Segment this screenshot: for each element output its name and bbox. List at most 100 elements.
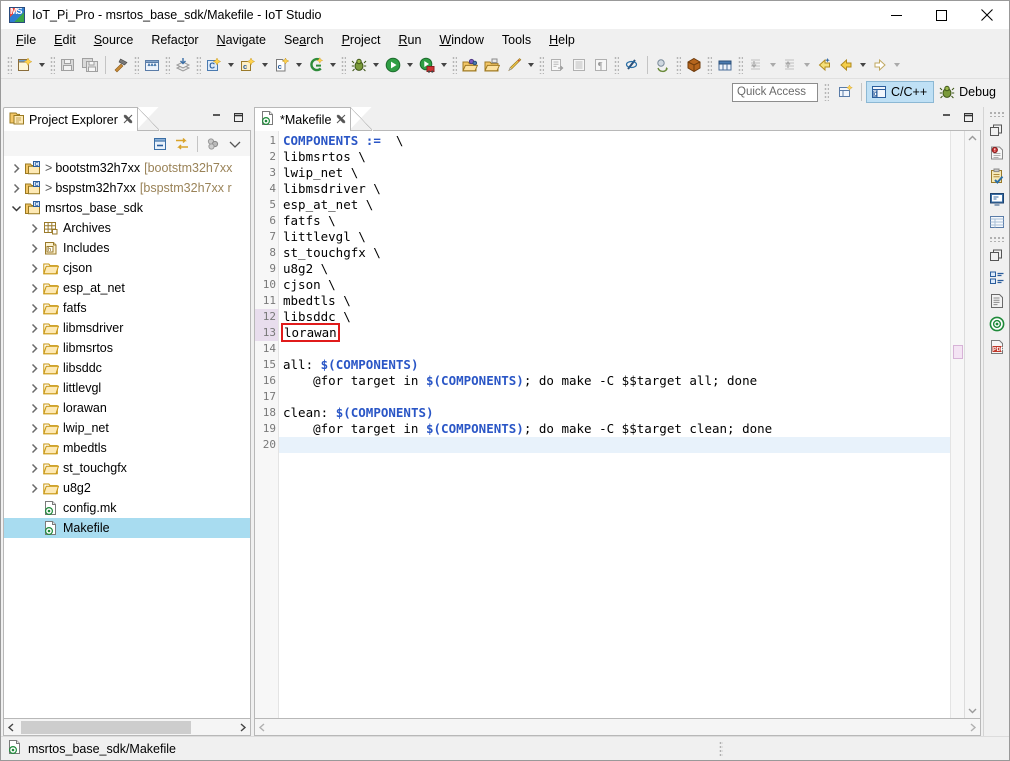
close-button[interactable]	[964, 1, 1009, 29]
code-line[interactable]: libmsrtos \	[279, 149, 950, 165]
maximize-icon[interactable]	[962, 111, 975, 127]
forward-arrow-icon[interactable]	[869, 54, 891, 76]
code-line[interactable]: all: $(COMPONENTS)	[279, 357, 950, 373]
publish-icon[interactable]	[172, 54, 194, 76]
back-arrow-icon[interactable]	[835, 54, 857, 76]
maximize-icon[interactable]	[232, 111, 245, 127]
minimize-button[interactable]	[874, 1, 919, 29]
new-wizard-icon[interactable]	[14, 54, 36, 76]
menu-project[interactable]: Project	[333, 30, 390, 51]
tree-item-fatfs[interactable]: fatfs	[4, 298, 250, 318]
export-table-icon[interactable]	[546, 54, 568, 76]
outline-list-icon[interactable]	[568, 54, 590, 76]
step-into-dropdown-icon[interactable]	[767, 54, 779, 76]
profile-icon[interactable]	[416, 54, 438, 76]
editor-vscrollbar[interactable]	[964, 131, 980, 718]
code-line[interactable]: libsddc \	[279, 309, 950, 325]
tab-makefile[interactable]: *Makefile	[254, 107, 351, 131]
forward-dropdown-icon[interactable]	[891, 54, 903, 76]
link-with-editor-icon[interactable]	[172, 134, 192, 154]
project-explorer-hscrollbar[interactable]	[3, 719, 251, 736]
debug-bug-icon[interactable]	[348, 54, 370, 76]
code-line[interactable]: littlevgl \	[279, 229, 950, 245]
perspective-c-cpp[interactable]: C C/C++	[866, 81, 934, 103]
save-icon[interactable]	[57, 54, 79, 76]
perspective-toolbar-grip[interactable]	[824, 83, 829, 101]
menu-run[interactable]: Run	[389, 30, 430, 51]
toolbar-grip-9[interactable]	[614, 56, 619, 74]
code-line[interactable]	[279, 389, 950, 405]
tree-item-lorawan[interactable]: lorawan	[4, 398, 250, 418]
editor-hscroll-left-arrow[interactable]	[255, 720, 270, 735]
code-line[interactable]: lorawan	[279, 325, 950, 341]
toolbar-grip-3[interactable]	[134, 56, 139, 74]
collapse-all-icon[interactable]	[150, 134, 170, 154]
code-line[interactable]: u8g2 \	[279, 261, 950, 277]
toolbar-grip-10[interactable]	[676, 56, 681, 74]
step-return-dropdown-icon[interactable]	[801, 54, 813, 76]
chevron-right-icon[interactable]	[26, 238, 42, 258]
new-class-icon[interactable]: c	[237, 54, 259, 76]
toolbar-grip-12[interactable]	[738, 56, 743, 74]
chevron-right-icon[interactable]	[26, 218, 42, 238]
tree-item-u8g2[interactable]: u8g2	[4, 478, 250, 498]
back-to-edit-icon[interactable]	[813, 54, 835, 76]
tree-item-config-mk[interactable]: config.mk	[4, 498, 250, 518]
save-all-icon[interactable]	[79, 54, 101, 76]
chevron-right-icon[interactable]	[26, 378, 42, 398]
restore-icon[interactable]	[986, 119, 1008, 141]
tree-item-makefile[interactable]: Makefile	[4, 518, 250, 538]
paragraph-marks-icon[interactable]: ¶	[590, 54, 612, 76]
properties-view-icon[interactable]	[986, 211, 1008, 233]
code-line[interactable]	[279, 341, 950, 357]
tree-item-libmsrtos[interactable]: libmsrtos	[4, 338, 250, 358]
build-all-icon[interactable]	[141, 54, 163, 76]
project-tree[interactable]: C>bootstm32h7xx[bootstm32h7xxC>bspstm32h…	[3, 156, 251, 719]
chevron-right-icon[interactable]	[8, 178, 24, 198]
vscroll-down-arrow[interactable]	[965, 703, 980, 718]
new-c-project-icon[interactable]: C	[203, 54, 225, 76]
close-icon[interactable]	[123, 113, 133, 127]
editor-hscrollbar[interactable]	[254, 719, 981, 736]
minimize-icon[interactable]	[210, 111, 223, 127]
menu-source[interactable]: Source	[85, 30, 143, 51]
new-class-dropdown-icon[interactable]	[259, 54, 271, 76]
perspective-debug[interactable]: Debug	[934, 81, 1003, 103]
pencil-dropdown-icon[interactable]	[525, 54, 537, 76]
step-return-icon[interactable]	[779, 54, 801, 76]
tree-item-st-touchgfx[interactable]: st_touchgfx	[4, 458, 250, 478]
pencil-icon[interactable]	[503, 54, 525, 76]
focus-on-active-task-icon[interactable]	[203, 134, 223, 154]
code-line[interactable]: COMPONENTS := \	[279, 133, 950, 149]
toolbar-grip-5[interactable]	[196, 56, 201, 74]
problems-view-icon[interactable]	[986, 142, 1008, 164]
step-into-icon[interactable]	[745, 54, 767, 76]
tasks-view-icon[interactable]	[986, 165, 1008, 187]
tree-item-libsddc[interactable]: libsddc	[4, 358, 250, 378]
chevron-right-icon[interactable]	[26, 478, 42, 498]
toolbar-grip-2[interactable]	[50, 56, 55, 74]
view-menu-icon[interactable]	[225, 134, 245, 154]
quick-access-input[interactable]: Quick Access	[732, 83, 818, 102]
chevron-right-icon[interactable]	[26, 338, 42, 358]
toolbar-grip-7[interactable]	[452, 56, 457, 74]
menu-window[interactable]: Window	[430, 30, 492, 51]
restore-icon-2[interactable]	[986, 244, 1008, 266]
tree-item-mbedtls[interactable]: mbedtls	[4, 438, 250, 458]
fast-view-grip-2[interactable]	[989, 236, 1005, 242]
tree-item-esp-at-net[interactable]: esp_at_net	[4, 278, 250, 298]
tree-item-archives[interactable]: Archives	[4, 218, 250, 238]
code-line[interactable]: @for target in $(COMPONENTS); do make -C…	[279, 421, 950, 437]
chevron-right-icon[interactable]	[26, 398, 42, 418]
maximize-button[interactable]	[919, 1, 964, 29]
menu-search[interactable]: Search	[275, 30, 333, 51]
new-c-project-dropdown-icon[interactable]	[225, 54, 237, 76]
tree-item-cjson[interactable]: cjson	[4, 258, 250, 278]
chevron-right-icon[interactable]	[26, 278, 42, 298]
profile-dropdown-icon[interactable]	[438, 54, 450, 76]
hscroll-thumb[interactable]	[21, 721, 191, 734]
build-targets-icon[interactable]	[986, 313, 1008, 335]
chevron-right-icon[interactable]	[26, 318, 42, 338]
pdf-view-icon[interactable]: PDF	[986, 336, 1008, 358]
new-source-file-icon[interactable]: c	[271, 54, 293, 76]
